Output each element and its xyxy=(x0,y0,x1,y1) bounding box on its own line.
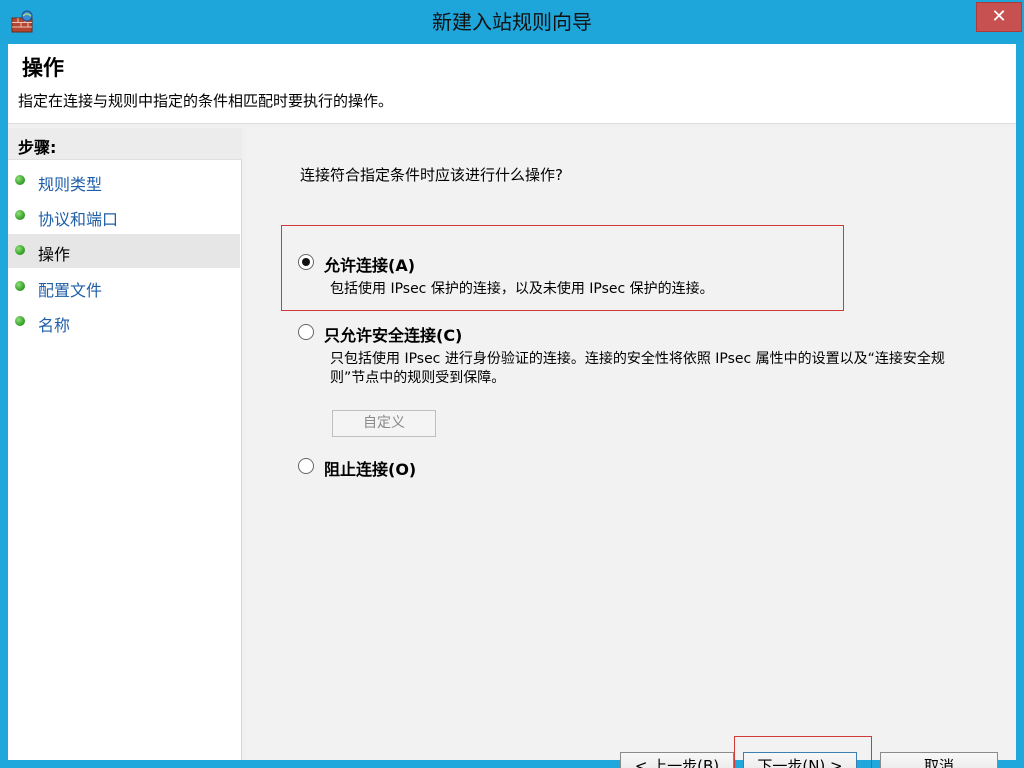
sidebar-item-label: 操作 xyxy=(38,245,71,264)
page-header: 操作 指定在连接与规则中指定的条件相匹配时要执行的操作。 xyxy=(8,44,1016,124)
option-description: 包括使用 IPsec 保护的连接，以及未使用 IPsec 保护的连接。 xyxy=(330,281,714,297)
radio-allow[interactable] xyxy=(298,254,314,270)
wizard-window: 新建入站规则向导 ✕ 操作 指定在连接与规则中指定的条件相匹配时要执行的操作。 … xyxy=(0,0,1024,768)
steps-heading-label: 步骤: xyxy=(18,138,57,157)
title-bar: 新建入站规则向导 ✕ xyxy=(0,0,1024,44)
option-label: 允许连接(A) xyxy=(324,256,416,275)
green-dot-icon xyxy=(15,175,25,185)
window-title: 新建入站规则向导 xyxy=(432,10,592,34)
green-dot-icon xyxy=(15,245,25,255)
sidebar-item-label: 名称 xyxy=(38,316,71,335)
page-title: 操作 xyxy=(22,56,64,80)
customize-button[interactable]: 自定义 xyxy=(332,410,436,437)
back-button[interactable]: < 上一步(B) xyxy=(620,752,734,768)
action-question: 连接符合指定条件时应该进行什么操作? xyxy=(300,166,563,184)
option-label: 阻止连接(O) xyxy=(324,460,417,479)
cancel-button[interactable]: 取消 xyxy=(880,752,998,768)
radio-allow-secure[interactable] xyxy=(298,324,314,340)
steps-heading: 步骤: xyxy=(8,128,242,160)
steps-sidebar: 步骤: 规则类型 协议和端口 操作 配置文件 名称 xyxy=(8,128,242,760)
sidebar-item-label: 规则类型 xyxy=(38,175,103,194)
highlight-annotation-next xyxy=(734,736,872,768)
sidebar-item-name[interactable]: 名称 xyxy=(8,305,240,339)
option-description: 只包括使用 IPsec 进行身份验证的连接。连接的安全性将依照 IPsec 属性… xyxy=(330,351,945,386)
main-panel: 连接符合指定条件时应该进行什么操作? 允许连接(A) 包括使用 IPsec 保护… xyxy=(246,128,1016,768)
sidebar-item-profile[interactable]: 配置文件 xyxy=(8,270,240,304)
sidebar-item-protocol-ports[interactable]: 协议和端口 xyxy=(8,199,240,233)
sidebar-item-label: 配置文件 xyxy=(38,281,103,300)
green-dot-icon xyxy=(15,281,25,291)
option-label: 只允许安全连接(C) xyxy=(324,326,463,345)
page-description: 指定在连接与规则中指定的条件相匹配时要执行的操作。 xyxy=(18,92,394,110)
close-button[interactable]: ✕ xyxy=(976,2,1022,32)
sidebar-item-rule-type[interactable]: 规则类型 xyxy=(8,164,240,198)
green-dot-icon xyxy=(15,210,25,220)
sidebar-item-action[interactable]: 操作 xyxy=(8,234,240,268)
radio-block[interactable] xyxy=(298,458,314,474)
green-dot-icon xyxy=(15,316,25,326)
sidebar-item-label: 协议和端口 xyxy=(38,210,119,229)
wizard-client-area: 操作 指定在连接与规则中指定的条件相匹配时要执行的操作。 步骤: 规则类型 协议… xyxy=(8,44,1016,768)
